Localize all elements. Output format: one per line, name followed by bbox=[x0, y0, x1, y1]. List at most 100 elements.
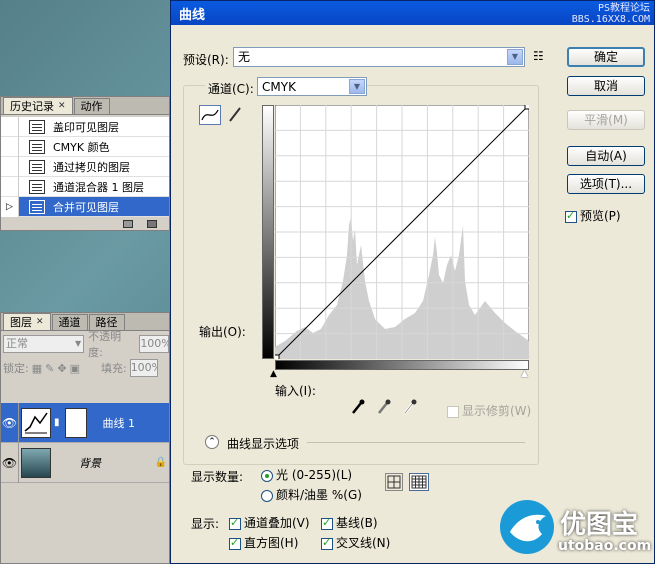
black-point-slider[interactable]: ▲ bbox=[270, 369, 277, 379]
channel-label: 通道(C): bbox=[205, 80, 257, 97]
output-label: 输出(O): bbox=[199, 325, 246, 339]
eye-icon[interactable]: 👁 bbox=[1, 442, 19, 483]
history-source-checkbox[interactable] bbox=[1, 116, 19, 137]
logo-cn-text: 优图宝 bbox=[560, 510, 639, 540]
opacity-label: 不透明度: bbox=[88, 330, 122, 359]
curves-dialog: 曲线 PS教程论坛 BBS.16XX8.COM 预设(R): 无 ▼ ☷ 通道(… bbox=[170, 0, 655, 564]
history-item[interactable]: 通过拷贝的图层 bbox=[1, 156, 169, 177]
white-point-slider[interactable]: ▲ bbox=[521, 369, 528, 379]
histogram-checkbox[interactable]: 直方图(H) bbox=[229, 534, 298, 551]
tab-actions[interactable]: 动作 bbox=[73, 98, 110, 114]
layers-lock-row: 锁定: ▦ ✎ ✥ ▣ 填充: 100% bbox=[1, 357, 169, 379]
new-snapshot-icon[interactable] bbox=[147, 220, 157, 228]
show-amount-label: 显示数量: bbox=[191, 470, 244, 484]
channel-overlay-checkbox[interactable]: 通道叠加(V) bbox=[229, 514, 310, 531]
chevron-down-icon: ▼ bbox=[74, 339, 82, 348]
pigment-radio[interactable]: 颜料/油墨 %(G) bbox=[261, 486, 362, 503]
bird-logo-icon bbox=[500, 500, 554, 554]
curve-graph[interactable] bbox=[275, 105, 529, 359]
lock-transparent-icon[interactable]: ▦ bbox=[32, 362, 42, 375]
input-label: 输入(I): bbox=[275, 384, 316, 398]
curve-options-label: 曲线显示选项 bbox=[227, 437, 300, 451]
intersection-checkbox[interactable]: 交叉线(N) bbox=[321, 534, 390, 551]
channel-select[interactable]: CMYK ▼ bbox=[257, 77, 367, 96]
pencil-tool[interactable] bbox=[227, 105, 245, 125]
show-clipping-checkbox[interactable]: 显示修剪(W) bbox=[447, 402, 531, 419]
preset-menu-icon[interactable]: ☷ bbox=[533, 49, 544, 63]
simple-grid-button[interactable] bbox=[385, 473, 403, 491]
layer-mask-thumbnail[interactable] bbox=[64, 407, 87, 438]
lock-position-icon[interactable]: ✥ bbox=[57, 362, 66, 375]
history-state-icon bbox=[29, 159, 45, 174]
history-source-checkbox[interactable] bbox=[1, 136, 19, 157]
layers-tabbar: 图层 ✕ 通道 路径 bbox=[1, 313, 169, 331]
histogram-box bbox=[229, 536, 241, 550]
lock-image-icon[interactable]: ✎ bbox=[45, 362, 54, 375]
history-state-icon bbox=[29, 139, 45, 154]
close-icon[interactable]: ✕ bbox=[58, 99, 66, 114]
eye-icon[interactable]: 👁 bbox=[1, 402, 19, 443]
history-item[interactable]: CMYK 颜色 bbox=[1, 136, 169, 157]
curve-endpoint-black[interactable] bbox=[275, 354, 280, 359]
dialog-title: 曲线 bbox=[179, 7, 206, 23]
show-clipping-box bbox=[447, 405, 459, 418]
history-panel: 历史记录 ✕ 动作 盖印可见图层 CMYK 颜色 通过拷贝的图层 通道混合器 1 … bbox=[0, 96, 170, 231]
detailed-grid-button[interactable] bbox=[409, 473, 429, 491]
tab-channels[interactable]: 通道 bbox=[51, 314, 88, 330]
layer-name: 曲线 1 bbox=[102, 416, 136, 430]
history-item[interactable]: 通道混合器 1 图层 bbox=[1, 176, 169, 197]
channel-overlay-box bbox=[229, 516, 241, 530]
black-eyedropper-icon[interactable] bbox=[351, 399, 365, 415]
pigment-radio-dot bbox=[261, 489, 273, 502]
fill-input[interactable]: 100% bbox=[129, 359, 158, 377]
output-gradient-bar bbox=[262, 105, 274, 359]
layer-background[interactable]: 👁 背景 🔒 bbox=[1, 442, 169, 483]
layers-blend-row: 正常 ▼ 不透明度: 100% bbox=[1, 330, 169, 359]
gray-eyedropper-icon[interactable] bbox=[377, 399, 391, 415]
curves-adjustment-icon bbox=[21, 407, 51, 438]
tab-layers[interactable]: 图层 ✕ bbox=[3, 313, 51, 330]
layer-name: 背景 bbox=[79, 456, 101, 470]
layer-curves[interactable]: 👁 ▮ 曲线 1 bbox=[1, 402, 169, 443]
light-radio[interactable]: 光 (0-255)(L) bbox=[261, 466, 352, 483]
baseline-checkbox[interactable]: 基线(B) bbox=[321, 514, 378, 531]
history-source-checkbox[interactable] bbox=[1, 176, 19, 197]
lock-icon: 🔒 bbox=[154, 457, 167, 468]
separator bbox=[307, 442, 525, 443]
opacity-input[interactable]: 100% bbox=[139, 335, 169, 353]
history-source-checkbox[interactable]: ▷ bbox=[1, 196, 19, 217]
close-icon[interactable]: ✕ bbox=[36, 315, 44, 330]
grid-4-icon bbox=[387, 475, 401, 489]
white-eyedropper-icon[interactable] bbox=[403, 399, 417, 415]
history-source-checkbox[interactable] bbox=[1, 156, 19, 177]
new-document-icon[interactable] bbox=[123, 220, 133, 228]
history-item[interactable]: 盖印可见图层 bbox=[1, 116, 169, 137]
lock-all-icon[interactable]: ▣ bbox=[70, 362, 80, 375]
light-radio-dot bbox=[261, 469, 273, 482]
preview-checkbox[interactable]: 预览(P) bbox=[565, 207, 621, 224]
history-footer bbox=[1, 217, 169, 231]
pencil-icon bbox=[229, 107, 241, 122]
preset-label: 预设(R): bbox=[183, 53, 229, 67]
curve-point-tool[interactable] bbox=[199, 105, 221, 125]
cancel-button[interactable]: 取消 bbox=[567, 76, 645, 96]
tab-history[interactable]: 历史记录 ✕ bbox=[3, 97, 73, 114]
ok-button[interactable]: 确定 bbox=[567, 47, 645, 67]
chevron-down-icon: ▼ bbox=[349, 79, 365, 94]
options-button[interactable]: 选项(T)... bbox=[567, 174, 645, 194]
history-tabbar: 历史记录 ✕ 动作 bbox=[1, 97, 169, 115]
dialog-titlebar[interactable]: 曲线 PS教程论坛 BBS.16XX8.COM bbox=[171, 1, 654, 25]
blend-mode-select[interactable]: 正常 ▼ bbox=[3, 335, 85, 353]
history-state-icon bbox=[29, 119, 45, 134]
preset-select[interactable]: 无 ▼ bbox=[233, 47, 525, 67]
show-label: 显示: bbox=[191, 517, 220, 531]
link-icon[interactable]: ▮ bbox=[54, 417, 60, 428]
curve-endpoint-white[interactable] bbox=[524, 105, 529, 110]
intersection-box bbox=[321, 536, 333, 550]
layers-panel: 图层 ✕ 通道 路径 正常 ▼ 不透明度: 100% 锁定: ▦ ✎ ✥ ▣ 填充:… bbox=[0, 312, 170, 564]
smooth-button[interactable]: 平滑(M) bbox=[567, 110, 645, 130]
history-item-selected[interactable]: ▷ 合并可见图层 bbox=[1, 196, 169, 217]
collapse-options-icon[interactable]: ⌃ bbox=[205, 435, 219, 449]
auto-button[interactable]: 自动(A) bbox=[567, 146, 645, 166]
preview-box bbox=[565, 209, 577, 223]
